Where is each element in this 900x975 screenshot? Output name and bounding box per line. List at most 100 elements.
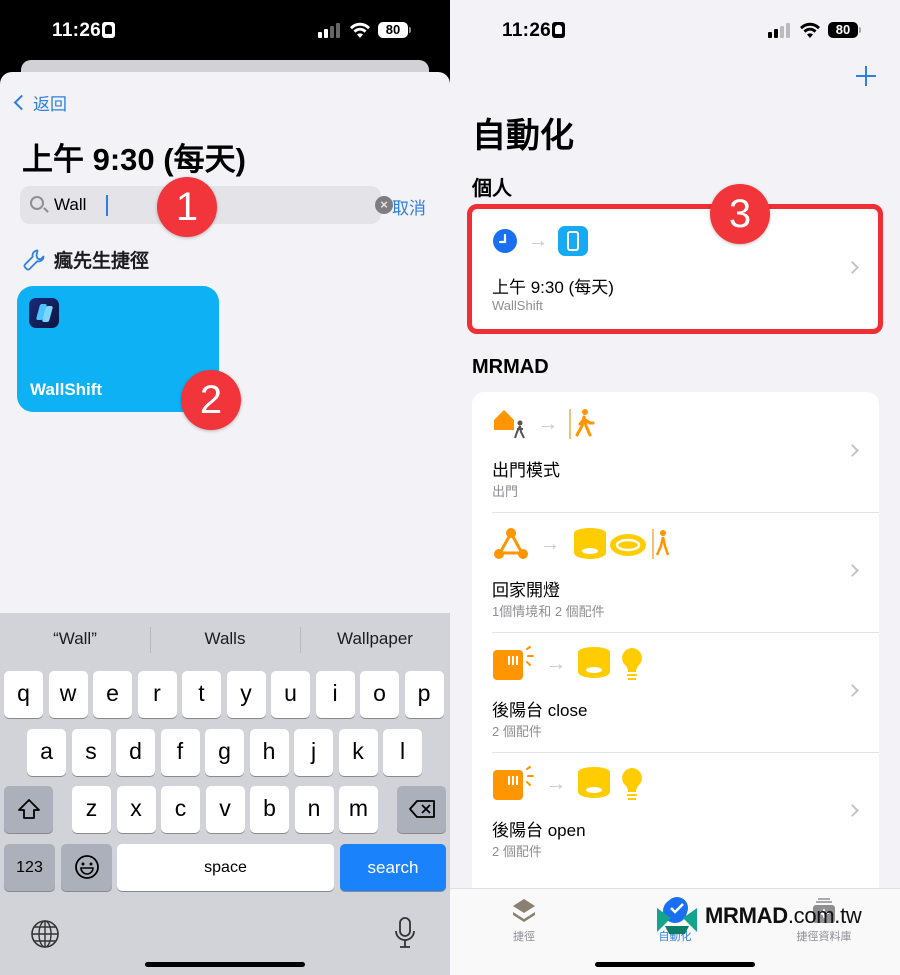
automation-subtitle: 2 個配件	[492, 724, 542, 739]
clear-search-icon[interactable]: ×	[375, 196, 393, 214]
key-t[interactable]: t	[182, 671, 221, 718]
chevron-right-icon	[846, 804, 859, 817]
page-title: 自動化	[472, 117, 574, 155]
key-v[interactable]: v	[205, 786, 245, 833]
numbers-key[interactable]: 123	[4, 844, 55, 891]
personal-automations-card: → 上午 9:30 (每天) WallShift	[472, 209, 879, 329]
automation-screen: 11:26 80 自動化 個人 → 上午 9:30 (每天) WallShift…	[450, 0, 900, 975]
status-bar: 11:26 80	[450, 0, 900, 60]
key-g[interactable]: g	[205, 729, 244, 776]
key-u[interactable]: u	[271, 671, 310, 718]
shift-key[interactable]	[4, 786, 53, 833]
folder-name: 瘋先生捷徑	[54, 251, 150, 272]
backspace-icon	[408, 800, 435, 818]
add-automation-button[interactable]	[854, 64, 878, 88]
automation-subtitle: WallShift	[492, 298, 543, 313]
section-header-personal: 個人	[472, 178, 512, 200]
automation-row[interactable]: → 後陽台 close 2 個配件	[472, 632, 879, 752]
wrench-icon	[23, 249, 45, 270]
key-k[interactable]: k	[338, 729, 378, 776]
key-a[interactable]: a	[27, 729, 66, 776]
section-header-home: MRMAD	[472, 356, 549, 378]
keyboard: “Wall” Walls Wallpaper qwertyuiop asdfghj…	[0, 613, 450, 975]
automation-subtitle: 2 個配件	[492, 844, 542, 859]
key-z[interactable]: z	[72, 786, 111, 833]
automation-icons: →	[492, 646, 646, 682]
prediction-item[interactable]: Wallpaper	[300, 613, 450, 665]
status-bar: 11:26 80	[0, 0, 450, 60]
arrow-right-icon: →	[528, 229, 548, 252]
home-indicator	[145, 962, 305, 967]
key-l[interactable]: l	[383, 729, 422, 776]
microphone-icon[interactable]	[393, 916, 417, 950]
prediction-item[interactable]: “Wall”	[0, 613, 150, 665]
key-f[interactable]: f	[160, 729, 200, 776]
automation-icons: →	[492, 406, 598, 442]
globe-icon[interactable]	[30, 919, 60, 949]
tab-label: 捷徑	[513, 931, 535, 943]
chevron-right-icon	[846, 444, 859, 457]
key-j[interactable]: j	[294, 729, 333, 776]
arrow-right-icon: →	[538, 412, 558, 435]
arrow-right-icon: →	[546, 772, 566, 795]
battery-indicator: 80	[378, 22, 408, 38]
watermark-text: MRMAD.com.tw	[705, 903, 862, 929]
automation-title: 出門模式	[492, 461, 560, 480]
key-h[interactable]: h	[249, 729, 289, 776]
key-i[interactable]: i	[315, 671, 355, 718]
key-w[interactable]: w	[48, 671, 88, 718]
automation-row[interactable]: → 後陽台 open 2 個配件	[472, 752, 879, 872]
key-b[interactable]: b	[250, 786, 289, 833]
wallshift-app-icon	[29, 298, 59, 328]
automation-title: 後陽台 open	[492, 821, 586, 840]
key-q[interactable]: q	[4, 671, 43, 718]
automation-row[interactable]: → 上午 9:30 (每天) WallShift	[472, 209, 879, 329]
prediction-item[interactable]: Walls	[150, 613, 300, 665]
key-x[interactable]: x	[116, 786, 156, 833]
walking-person-icon	[569, 409, 595, 439]
folder-header: 瘋先生捷徑	[22, 246, 149, 273]
text-cursor	[106, 195, 108, 216]
search-key[interactable]: search	[340, 844, 446, 891]
focus-id-icon	[552, 22, 565, 38]
space-key[interactable]: space	[117, 844, 334, 891]
key-e[interactable]: e	[93, 671, 132, 718]
automation-icons: →	[492, 223, 588, 259]
wifi-icon	[350, 22, 370, 38]
back-label: 返回	[33, 95, 67, 114]
delete-key[interactable]	[397, 786, 446, 833]
wifi-icon	[800, 22, 820, 38]
ceiling-lights-icon	[574, 528, 670, 559]
cancel-button[interactable]: 取消	[392, 194, 426, 219]
arrow-right-icon: →	[546, 652, 566, 675]
cellular-signal-icon	[768, 22, 792, 38]
key-p[interactable]: p	[404, 671, 444, 718]
light-bulb-icon	[578, 647, 642, 680]
phone-app-icon	[558, 226, 588, 256]
key-s[interactable]: s	[71, 729, 111, 776]
mrmad-watermark: MRMAD.com.tw	[655, 896, 862, 936]
layers-icon	[513, 899, 535, 922]
back-button[interactable]: 返回	[12, 90, 67, 115]
key-n[interactable]: n	[294, 786, 334, 833]
battery-indicator: 80	[828, 22, 858, 38]
battery-tip	[859, 27, 861, 33]
clock-icon	[493, 229, 517, 253]
key-m[interactable]: m	[339, 786, 378, 833]
automation-subtitle: 出門	[492, 484, 519, 499]
automation-row[interactable]: → 出門模式 出門	[472, 392, 879, 512]
automation-title: 回家開燈	[492, 581, 560, 600]
search-icon	[30, 196, 44, 210]
key-d[interactable]: d	[116, 729, 155, 776]
cellular-signal-icon	[318, 22, 342, 38]
key-r[interactable]: r	[137, 671, 177, 718]
prediction-bar: “Wall” Walls Wallpaper	[0, 613, 450, 665]
contact-sensor-icon	[493, 646, 534, 680]
key-y[interactable]: y	[226, 671, 266, 718]
key-o[interactable]: o	[360, 671, 399, 718]
automation-title: 上午 9:30 (每天)	[492, 278, 614, 297]
tab-shortcuts[interactable]: 捷徑	[474, 897, 574, 944]
emoji-key[interactable]	[61, 844, 112, 891]
key-c[interactable]: c	[161, 786, 200, 833]
automation-row[interactable]: → 回家開燈 1個情境和 2 個配件	[472, 512, 879, 632]
